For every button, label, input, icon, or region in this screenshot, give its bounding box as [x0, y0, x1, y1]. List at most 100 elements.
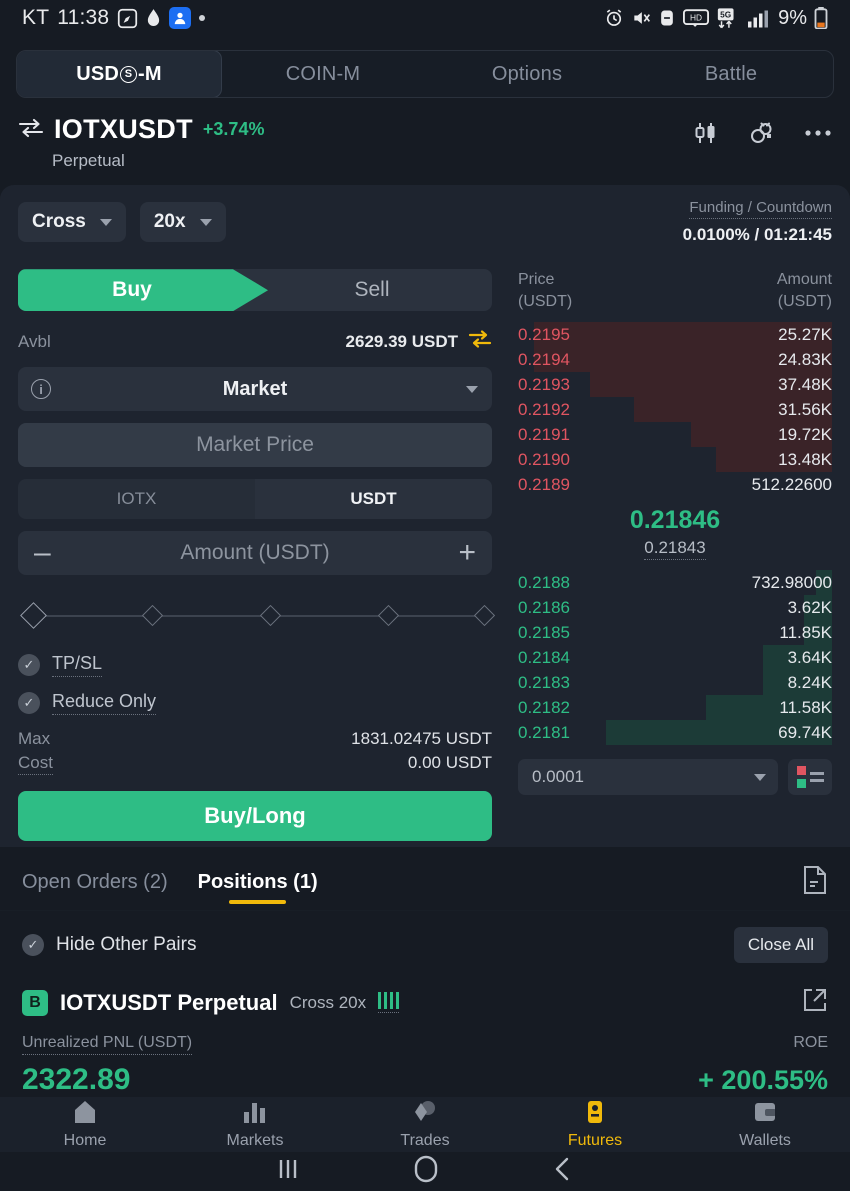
depth-toggle-lines	[809, 772, 824, 783]
order-book-bid-row[interactable]: 0.2184 3.64K	[518, 645, 832, 671]
nav-item-trades[interactable]: Trades	[340, 1099, 510, 1150]
check-icon: ✓	[18, 654, 40, 677]
available-balance-row: Avbl 2629.39 USDT	[18, 329, 492, 355]
ask-amount: 37.48K	[778, 374, 832, 394]
leverage-label: 20x	[153, 211, 186, 233]
order-book-ask-row[interactable]: 0.2192 31.56K	[518, 397, 832, 423]
leverage-selector[interactable]: 20x	[139, 202, 226, 243]
bid-amount: 3.64K	[787, 647, 832, 667]
reduce-only-checkbox[interactable]: ✓ Reduce Only	[18, 691, 492, 716]
tab-coin-m[interactable]: COIN-M	[221, 51, 425, 97]
cost-value: 0.00 USDT	[407, 753, 492, 773]
tab-usds-m[interactable]: USD S -M	[17, 51, 222, 98]
order-book-ask-row[interactable]: 0.2190 13.48K	[518, 447, 832, 473]
tab-positions[interactable]: Positions (1)	[198, 871, 318, 905]
order-book-ask-row[interactable]: 0.2194 24.83K	[518, 347, 832, 373]
check-icon: ✓	[18, 692, 40, 715]
order-book-ask-row[interactable]: 0.2191 19.72K	[518, 422, 832, 448]
slider-tick-25[interactable]	[141, 605, 164, 627]
tab-options[interactable]: Options	[425, 51, 629, 97]
position-margin-mode: Cross 20x	[289, 992, 367, 1012]
order-book-bid-row[interactable]: 0.2182 11.58K	[518, 695, 832, 721]
margin-mode-selector[interactable]: Cross	[18, 202, 126, 243]
share-position-icon[interactable]	[802, 987, 828, 1018]
price-input[interactable]: Market Price	[18, 423, 492, 468]
swap-pair-icon[interactable]	[18, 117, 44, 143]
order-book-ask-row[interactable]: 0.2193 37.48K	[518, 372, 832, 398]
nav-item-home[interactable]: Home	[0, 1099, 170, 1150]
order-book-ask-row[interactable]: 0.2189 512.22600	[518, 472, 832, 497]
nav-item-wallets[interactable]: Wallets	[680, 1099, 850, 1150]
last-price: 0.21846	[629, 506, 721, 535]
ask-amount: 25.27K	[778, 324, 832, 344]
transfer-icon[interactable]	[468, 329, 492, 355]
home-circle-icon[interactable]	[411, 1154, 441, 1189]
nav-label-trades: Trades	[400, 1132, 450, 1150]
unit-base-option[interactable]: IOTX	[18, 479, 255, 519]
close-all-button[interactable]: Close All	[733, 926, 828, 963]
symbol-name[interactable]: IOTXUSDT	[54, 114, 193, 145]
order-book-ask-row[interactable]: 0.2195 25.27K	[518, 322, 832, 348]
order-book-bid-row[interactable]: 0.2183 8.24K	[518, 670, 832, 696]
amount-input[interactable]: – Amount (USDT) +	[18, 531, 492, 576]
order-book-layout-toggle[interactable]	[788, 759, 832, 796]
amount-decrement-button[interactable]: –	[34, 538, 51, 568]
markets-icon	[242, 1099, 268, 1125]
order-history-icon[interactable]	[802, 865, 828, 910]
position-card: B IOTXUSDT Perpetual Cross 20x Unrealize…	[0, 979, 850, 1098]
trade-area: Buy Sell Avbl 2629.39 USDT i Market Mark…	[0, 259, 850, 848]
recents-icon[interactable]	[275, 1156, 301, 1187]
chevron-down-icon	[754, 773, 766, 781]
tab-battle[interactable]: Battle	[629, 51, 833, 97]
chevron-down-icon	[466, 385, 478, 393]
buy-tab[interactable]: Buy	[18, 269, 268, 312]
margin-ratio-indicator[interactable]	[378, 992, 400, 1014]
orders-positions-tabs: Open Orders (2) Positions (1)	[0, 847, 850, 911]
sell-tab[interactable]: Sell	[252, 269, 492, 311]
slider-tick-50[interactable]	[259, 605, 282, 627]
slider-handle[interactable]	[20, 602, 47, 630]
unit-quote-option[interactable]: USDT	[255, 479, 492, 520]
candlestick-chart-icon[interactable]	[692, 120, 720, 146]
more-options-icon[interactable]	[804, 129, 832, 137]
order-book-bid-row[interactable]: 0.2185 11.85K	[518, 620, 832, 646]
amount-increment-button[interactable]: +	[458, 538, 476, 568]
tick-size-selector[interactable]: 0.0001	[518, 759, 778, 796]
position-side-badge: B	[22, 989, 48, 1016]
leverage-bar: Cross 20x Funding / Countdown 0.0100% / …	[0, 185, 850, 260]
nav-item-markets[interactable]: Markets	[170, 1099, 340, 1150]
order-book-bid-row[interactable]: 0.2186 3.62K	[518, 595, 832, 621]
unrealized-pnl-value: 2322.89	[22, 1063, 131, 1097]
nav-item-futures[interactable]: Futures	[510, 1099, 680, 1150]
buy-long-button[interactable]: Buy/Long	[18, 791, 492, 842]
order-book-bid-row[interactable]: 0.2181 69.74K	[518, 720, 832, 746]
slider-tick-75[interactable]	[377, 605, 400, 627]
roe-value: + 200.55%	[698, 1065, 828, 1096]
ask-price: 0.2192	[518, 399, 570, 419]
hide-other-pairs-label[interactable]: Hide Other Pairs	[56, 934, 196, 956]
back-icon[interactable]	[551, 1156, 575, 1187]
bid-price: 0.2181	[518, 722, 570, 742]
order-type-selector[interactable]: i Market	[18, 367, 492, 412]
bids-list: 0.2188 732.98000 0.2186 3.62K 0.2185 11.85K…	[518, 570, 832, 746]
info-icon[interactable]: i	[31, 379, 51, 400]
hd-icon: HD	[683, 8, 710, 28]
funding-countdown[interactable]: Funding / Countdown 0.0100% / 01:21:45	[683, 199, 832, 245]
order-book-footer: 0.0001	[518, 759, 832, 796]
check-icon[interactable]: ✓	[22, 933, 44, 956]
alarm-icon	[604, 8, 624, 28]
tab-usds-m-prefix: USD	[76, 62, 120, 85]
amount-percent-slider[interactable]	[18, 602, 496, 630]
ask-amount: 13.48K	[778, 449, 832, 469]
bid-amount: 69.74K	[778, 722, 832, 742]
bid-amount: 11.58K	[779, 697, 832, 717]
bid-amount: 8.24K	[787, 672, 832, 692]
tab-open-orders[interactable]: Open Orders (2)	[22, 871, 168, 904]
slider-tick-100[interactable]	[473, 605, 496, 627]
trading-bot-icon[interactable]	[748, 120, 776, 146]
depth-toggle-squares	[796, 766, 806, 789]
tpsl-checkbox[interactable]: ✓ TP/SL	[18, 653, 492, 678]
wallets-icon	[752, 1099, 778, 1125]
order-book-bid-row[interactable]: 0.2188 732.98000	[518, 570, 832, 596]
order-book: Price (USDT) Amount (USDT) 0.2195 25.27K …	[510, 269, 850, 841]
